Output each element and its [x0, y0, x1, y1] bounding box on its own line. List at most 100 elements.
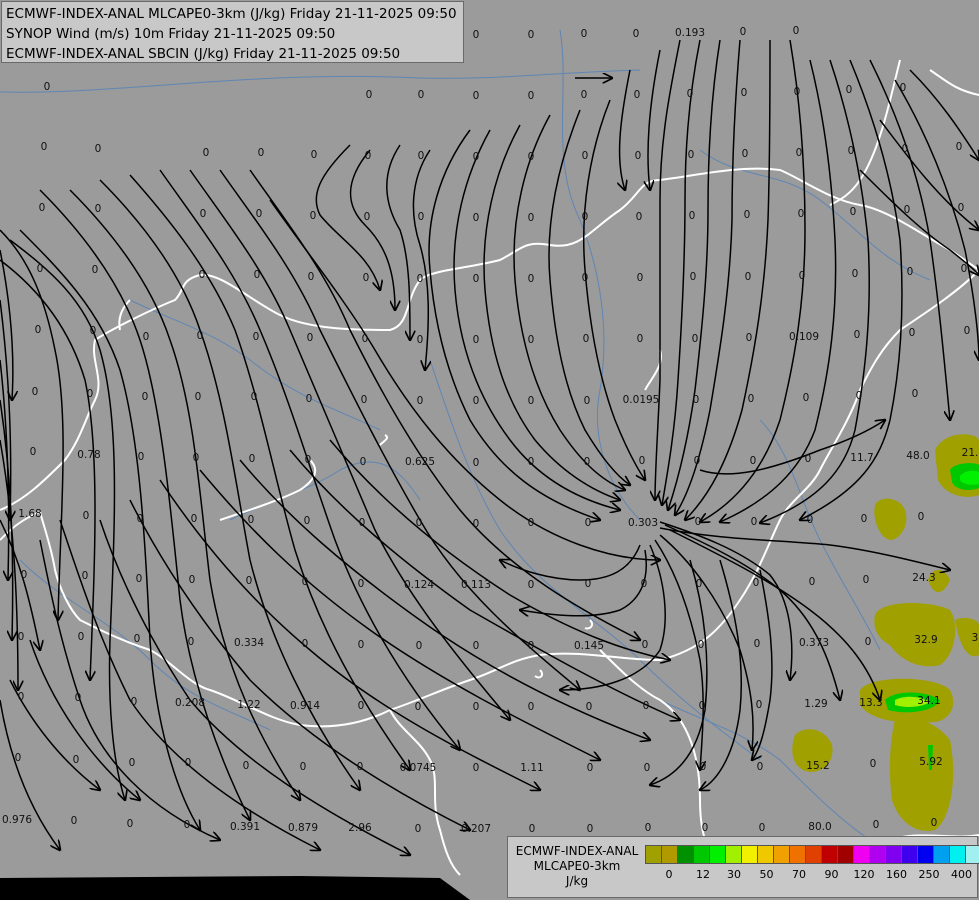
legend-swatch: [805, 845, 822, 864]
cape-value-label: 0: [848, 145, 855, 157]
cape-value-label: 0: [528, 334, 535, 346]
cape-value-label: 1.68: [18, 508, 41, 520]
legend-swatch: [773, 845, 790, 864]
cape-value-label: 80.0: [808, 821, 831, 833]
cape-value-label: 0: [528, 29, 535, 41]
cape-value-label: 0: [249, 453, 256, 465]
cape-value-label: 0: [304, 515, 311, 527]
color-legend: ECMWF-INDEX-ANAL MLCAPE0-3km J/kg 0 12 30 5…: [507, 836, 979, 898]
cape-value-label: 0: [30, 446, 37, 458]
cape-value-label: 0: [850, 206, 857, 218]
cape-value-label: 0: [641, 578, 648, 590]
cape-value-label: 1.22: [237, 699, 260, 711]
cape-value-label: 0.625: [405, 456, 435, 468]
cape-value-label: 0: [861, 513, 868, 525]
cape-value-label: 0: [308, 271, 315, 283]
cape-value-label: 0: [690, 271, 697, 283]
cape-value-label: 0: [794, 86, 801, 98]
cape-value-label: 11.7: [850, 452, 873, 464]
legend-swatch: [837, 845, 854, 864]
cape-value-label: 0: [809, 576, 816, 588]
cape-value-label: 0: [44, 81, 51, 93]
cape-value-label: 0: [873, 819, 880, 831]
cape-value-label: 0: [756, 699, 763, 711]
cape-value-label: 0: [127, 818, 134, 830]
cape-value-label: 0: [904, 204, 911, 216]
cape-value-label: 0: [473, 395, 480, 407]
cape-value-label: 0: [909, 327, 916, 339]
cape-value-label: 0: [528, 273, 535, 285]
cape-value-label: 0: [918, 511, 925, 523]
cape-value-label: 0: [415, 701, 422, 713]
cape-value-label: 0: [251, 391, 258, 403]
cape-value-label: 0: [584, 395, 591, 407]
cape-value-label: 0: [644, 762, 651, 774]
cape-value-label: 0.879: [288, 822, 318, 834]
cape-value-label: 0: [805, 453, 812, 465]
cape-value-label: 0: [688, 149, 695, 161]
cape-value-label: 0: [253, 331, 260, 343]
cape-value-label: 0: [256, 208, 263, 220]
cape-value-label: 0: [195, 391, 202, 403]
cape-value-label: 0: [188, 636, 195, 648]
cape-value-label: 0: [416, 517, 423, 529]
cape-value-label: 0: [189, 574, 196, 586]
cape-value-label: 0.0195: [623, 394, 660, 406]
cape-value-label: 0: [311, 149, 318, 161]
legend-swatch: [853, 845, 870, 864]
cape-value-label: 5.92: [919, 756, 942, 768]
cape-value-label: 0: [254, 269, 261, 281]
legend-tick-label: 400: [951, 868, 972, 881]
cape-value-label: 0: [759, 822, 766, 834]
cape-value-label: 1.29: [804, 698, 827, 710]
cape-value-label: 0.914: [290, 700, 320, 712]
cape-value-label: 0: [687, 88, 694, 100]
cape-value-label: 0: [636, 211, 643, 223]
cape-value-label: 0: [95, 203, 102, 215]
cape-value-label: 0: [417, 334, 424, 346]
legend-swatch: [917, 845, 934, 864]
cape-value-label: 0: [305, 454, 312, 466]
legend-swatch: [709, 845, 726, 864]
legend-swatch: [933, 845, 950, 864]
cape-value-label: 0: [417, 395, 424, 407]
cape-value-label: 0: [846, 84, 853, 96]
cape-value-label: 0.113: [461, 579, 491, 591]
cape-value-label: 0: [582, 211, 589, 223]
cape-value-label: 0: [138, 451, 145, 463]
cape-value-label: 0: [473, 151, 480, 163]
cape-value-label: 13.3: [859, 697, 882, 709]
cape-value-label: 0: [529, 823, 536, 835]
cape-value-label: 0: [184, 819, 191, 831]
cape-value-label: 0: [199, 269, 206, 281]
cape-value-label: 2.96: [348, 822, 372, 834]
cape-value-label: 0: [702, 822, 709, 834]
cape-value-label: 0: [18, 631, 25, 643]
cape-value-label: 0: [18, 691, 25, 703]
cape-value-label: 0: [35, 324, 42, 336]
cape-value-label: 0: [902, 143, 909, 155]
cape-value-label: 15.2: [806, 760, 829, 772]
cape-value-label: 0: [757, 761, 764, 773]
legend-swatch: [821, 845, 838, 864]
legend-swatch: [661, 845, 678, 864]
cape-value-label: 0: [358, 700, 365, 712]
legend-swatch: [645, 845, 662, 864]
cape-value-label: 34.1: [917, 695, 940, 707]
cape-value-label: 3: [972, 632, 979, 644]
cape-value-label: 0.0745: [400, 762, 437, 774]
legend-tick-label: 0: [665, 868, 673, 881]
cape-value-label: 0: [358, 578, 365, 590]
cape-value-label: 0: [635, 150, 642, 162]
cape-value-label: 0: [798, 208, 805, 220]
cape-value-label: 0: [689, 210, 696, 222]
cape-value-label: 0: [143, 331, 150, 343]
title-line-cape: ECMWF-INDEX-ANAL MLCAPE0-3km (J/kg) Frid…: [6, 6, 457, 22]
cape-value-label: 0: [754, 638, 761, 650]
cape-value-label: 0: [473, 701, 480, 713]
cape-value-label: 0: [528, 90, 535, 102]
cape-value-label: 0: [961, 263, 968, 275]
cape-value-label: 0: [642, 639, 649, 651]
cape-value-label: 0: [357, 761, 364, 773]
legend-tick-label: 250: [918, 868, 940, 881]
